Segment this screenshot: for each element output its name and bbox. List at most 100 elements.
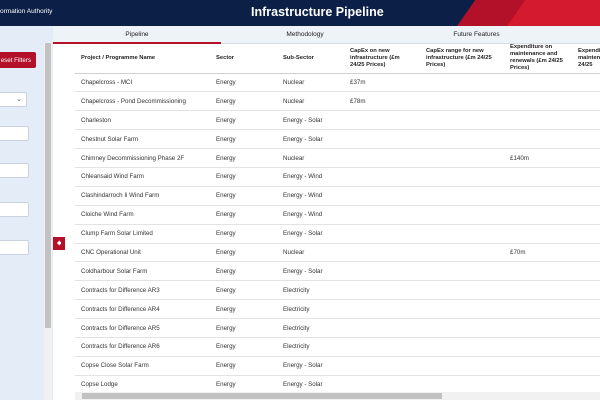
table-cell: Energy <box>210 205 277 225</box>
table-row[interactable]: Contracts for Difference AR4 Energy Electr… <box>75 299 600 320</box>
table-cell <box>572 224 600 244</box>
table-row[interactable]: Contracts for Difference AR3 Energy Electr… <box>75 280 600 301</box>
table-cell <box>344 337 420 357</box>
table-cell: Energy - Solar <box>277 224 344 244</box>
table-cell: Chleansaid Wind Farm <box>75 167 210 187</box>
table-row[interactable]: Chleansaid Wind Farm Energy Energy - Wind <box>75 167 600 187</box>
table-row[interactable]: CNC Operational Unit Energy Nuclear £70m <box>75 243 600 263</box>
filter-input-4[interactable] <box>0 240 29 255</box>
filter-input-1[interactable] <box>0 126 29 141</box>
column-header[interactable]: CapEx range for new infrastructure (£m 2… <box>420 44 504 74</box>
table-cell: Chestnut Solar Farm <box>75 129 210 150</box>
table-cell <box>572 73 600 93</box>
reset-filters-button[interactable]: eset Filters <box>0 52 36 68</box>
table-cell: Chapelcross - Pond Decommissioning <box>75 91 210 112</box>
table-row[interactable]: Chapelcross - Pond Decommissioning Energy… <box>75 91 600 112</box>
app-window: ormation Authority Infrastructure Pipeli… <box>0 0 600 400</box>
table-cell <box>572 110 600 131</box>
table-cell: £37m <box>344 73 420 93</box>
tab-methodology[interactable]: Methodology <box>221 26 389 44</box>
table-row[interactable]: Contracts for Difference AR5 Energy Electr… <box>75 318 600 338</box>
table-cell <box>504 205 572 225</box>
table-cell <box>572 318 600 338</box>
pipeline-table-container: Project / Programme Name Sector Sub-Sect… <box>75 44 600 392</box>
table-row[interactable]: Chapelcross - MCI Energy Nuclear £37m <box>75 73 600 93</box>
table-cell: Energy <box>210 337 277 357</box>
table-cell <box>572 205 600 225</box>
table-row[interactable]: Chestnut Solar Farm Energy Energy - Solar <box>75 129 600 150</box>
table-cell: Copse Lodge <box>75 375 210 392</box>
table-cell: Energy <box>210 375 277 392</box>
table-header-row: Project / Programme Name Sector Sub-Sect… <box>75 44 600 74</box>
table-cell <box>420 91 504 112</box>
column-header[interactable]: Sector <box>210 44 277 74</box>
table-cell <box>344 318 420 338</box>
table-cell <box>504 375 572 392</box>
table-cell: CNC Operational Unit <box>75 243 210 263</box>
filter-input-2[interactable] <box>0 163 29 178</box>
table-cell: Energy - Wind <box>277 205 344 225</box>
table-cell <box>420 129 504 150</box>
table-cell <box>420 243 504 263</box>
table-row[interactable]: Contracts for Difference AR6 Energy Electr… <box>75 337 600 357</box>
filter-scrollbar-thumb[interactable] <box>45 43 51 328</box>
table-row[interactable]: Chimney Decommissioning Phase 2F Energy Nu… <box>75 148 600 168</box>
table-horizontal-scrollbar-thumb[interactable] <box>82 393 442 399</box>
table-cell <box>344 129 420 150</box>
table-cell <box>344 205 420 225</box>
tab-pipeline[interactable]: Pipeline <box>53 26 221 44</box>
table-cell: Energy <box>210 129 277 150</box>
table-cell: Nuclear <box>277 73 344 93</box>
column-header[interactable]: Expenditu maintenanc (£m 24/25 <box>572 44 600 74</box>
column-header[interactable]: Expenditure on maintenance and renewals … <box>504 44 572 74</box>
column-header[interactable]: Sub-Sector <box>277 44 344 74</box>
table-row[interactable]: Copse Close Solar Farm Energy Energy - Sol… <box>75 356 600 376</box>
table-cell <box>344 299 420 320</box>
table-cell: £140m <box>504 148 572 168</box>
table-cell <box>572 243 600 263</box>
column-header[interactable]: Project / Programme Name <box>75 44 210 74</box>
table-cell: Energy - Solar <box>277 356 344 376</box>
table-cell <box>504 261 572 282</box>
table-row[interactable]: Clashindarroch Ii Wind Farm Energy Energy … <box>75 186 600 206</box>
filter-dropdown[interactable]: ⌄ <box>0 92 27 107</box>
table-cell: Contracts for Difference AR3 <box>75 280 210 301</box>
table-cell <box>344 375 420 392</box>
collapse-panel-button[interactable]: 🠸 <box>53 237 65 250</box>
table-cell <box>344 167 420 187</box>
table-cell <box>344 224 420 244</box>
table-cell: Chapelcross - MCI <box>75 73 210 93</box>
table-cell: Contracts for Difference AR4 <box>75 299 210 320</box>
table-cell <box>504 73 572 93</box>
tab-future-features[interactable]: Future Features <box>389 26 564 44</box>
table-row[interactable]: Cloiche Wind Farm Energy Energy - Wind <box>75 205 600 225</box>
chevron-down-icon: ⌄ <box>16 96 22 103</box>
table-cell <box>344 356 420 376</box>
table-cell: Energy <box>210 73 277 93</box>
table-cell <box>420 205 504 225</box>
table-cell: Charleston <box>75 110 210 131</box>
table-cell: Energy <box>210 224 277 244</box>
table-row[interactable]: Coldharbour Solar Farm Energy Energy - Sol… <box>75 261 600 282</box>
table-row[interactable]: Charleston Energy Energy - Solar <box>75 110 600 131</box>
table-cell: Copse Close Solar Farm <box>75 356 210 376</box>
table-cell <box>420 280 504 301</box>
table-cell: Electricity <box>277 280 344 301</box>
table-cell <box>504 186 572 206</box>
table-row[interactable]: Clump Farm Solar Limited Energy Energy - S… <box>75 224 600 244</box>
table-cell: Electricity <box>277 337 344 357</box>
table-cell <box>572 129 600 150</box>
column-header[interactable]: CapEx on new infrastructure (£m 24/25 Pr… <box>344 44 420 74</box>
table-cell <box>420 375 504 392</box>
table-cell <box>572 356 600 376</box>
table-cell <box>504 356 572 376</box>
table-cell: Electricity <box>277 318 344 338</box>
table-cell: Cloiche Wind Farm <box>75 205 210 225</box>
table-cell: Energy <box>210 318 277 338</box>
table-cell <box>420 318 504 338</box>
table-cell <box>572 167 600 187</box>
table-cell: Energy - Wind <box>277 167 344 187</box>
filter-input-3[interactable] <box>0 202 29 217</box>
table-row[interactable]: Copse Lodge Energy Energy - Solar <box>75 375 600 392</box>
table-cell <box>420 356 504 376</box>
